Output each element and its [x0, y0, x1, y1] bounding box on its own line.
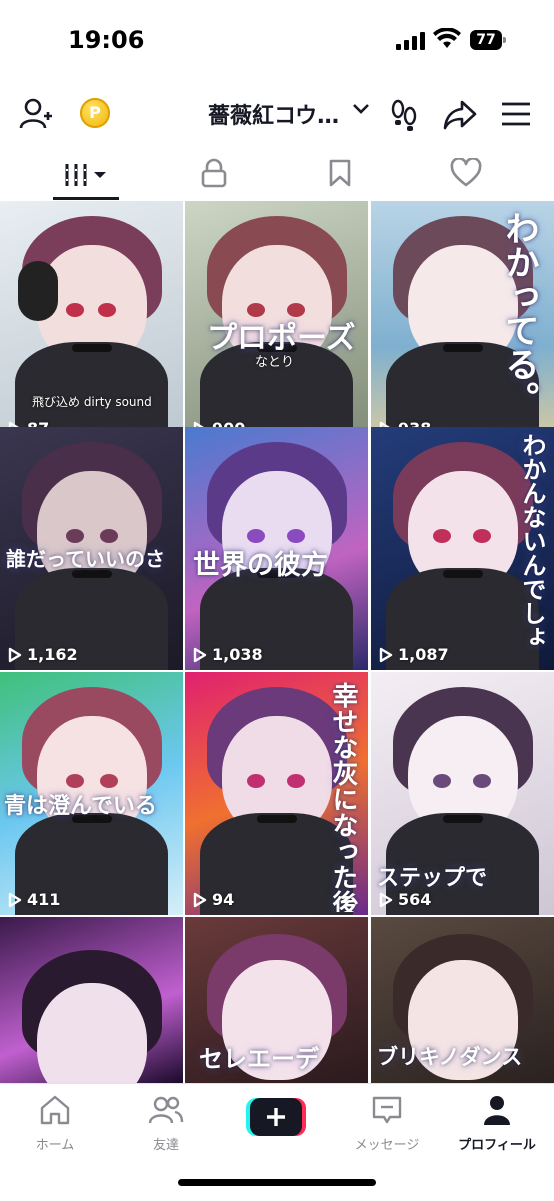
- create-button[interactable]: [246, 1098, 306, 1136]
- video-thumbnail[interactable]: ブリキノダンス: [371, 917, 554, 1083]
- coin-icon[interactable]: P: [80, 98, 110, 128]
- home-icon: [40, 1095, 70, 1125]
- microphone-icon: [18, 261, 58, 321]
- view-count: 1,087: [379, 645, 449, 664]
- play-icon: [193, 647, 207, 662]
- video-caption: 幸せな灰になった後: [328, 682, 358, 912]
- video-thumbnail[interactable]: 幸せな灰になった後 94: [185, 672, 368, 915]
- content-tabs: [0, 150, 554, 200]
- battery-icon: 77: [470, 30, 506, 50]
- video-thumbnail[interactable]: [0, 917, 183, 1083]
- video-caption: わかってる。: [499, 211, 539, 415]
- nav-friends[interactable]: 友達: [116, 1094, 216, 1153]
- nav-profile[interactable]: プロフィール: [447, 1094, 547, 1153]
- video-thumbnail[interactable]: わかんないんでしょ 1,087: [371, 427, 554, 670]
- video-thumbnail[interactable]: セレエーデ: [185, 917, 368, 1083]
- video-caption: ブリキノダンス: [377, 1045, 523, 1069]
- footprints-icon[interactable]: [388, 96, 422, 132]
- active-tab-indicator: [53, 197, 119, 200]
- video-sub-label: なとり: [255, 355, 295, 370]
- profile-header: P 薔薇紅コウ…: [0, 88, 554, 140]
- message-icon: [372, 1096, 402, 1124]
- video-caption: 誰だっていいのさ: [6, 547, 165, 571]
- video-caption: 青は澄んでいる: [4, 794, 157, 819]
- view-count: 564: [379, 890, 431, 909]
- play-icon: [193, 892, 207, 907]
- chevron-down-icon[interactable]: [352, 102, 370, 116]
- bookmark-icon: [329, 159, 351, 187]
- view-count-text: 1,038: [212, 645, 263, 664]
- nav-inbox-label: メッセージ: [354, 1138, 420, 1153]
- add-friend-icon[interactable]: [18, 96, 54, 132]
- view-count-text: 1,087: [398, 645, 449, 664]
- share-icon[interactable]: [442, 96, 478, 132]
- video-thumbnail[interactable]: 誰だっていいのさ 1,162: [0, 427, 183, 670]
- video-caption: 世界の彼方: [193, 550, 328, 581]
- nav-home[interactable]: ホーム: [5, 1094, 105, 1153]
- video-caption: ステップで: [377, 866, 488, 891]
- video-grid: 飛び込め dirty sound 87 プロポーズ なとり 900 わかってる。…: [0, 201, 554, 1083]
- video-thumbnail[interactable]: 世界の彼方 1,038: [185, 427, 368, 670]
- friends-icon: [148, 1096, 184, 1124]
- view-count-text: 564: [398, 890, 432, 909]
- nav-home-label: ホーム: [35, 1138, 75, 1153]
- view-count: 1,162: [8, 645, 78, 664]
- plus-icon: [267, 1108, 285, 1126]
- cellular-signal-icon: [396, 32, 426, 50]
- nav-profile-label: プロフィール: [458, 1138, 536, 1153]
- tab-private[interactable]: [154, 150, 274, 200]
- view-count-text: 1,162: [27, 645, 78, 664]
- profile-name-title[interactable]: 薔薇紅コウ…: [208, 98, 339, 130]
- heart-icon: [450, 158, 482, 187]
- video-caption: セレエーデ: [199, 1045, 319, 1073]
- video-thumbnail[interactable]: わかってる。 938: [371, 201, 554, 444]
- play-icon: [8, 892, 22, 907]
- menu-icon[interactable]: [500, 96, 532, 132]
- video-sub-label: 飛び込め dirty sound: [32, 395, 152, 409]
- home-indicator[interactable]: [178, 1179, 376, 1186]
- play-icon: [379, 892, 393, 907]
- video-thumbnail[interactable]: 飛び込め dirty sound 87: [0, 201, 183, 444]
- play-icon: [379, 647, 393, 662]
- view-count: 1,038: [193, 645, 263, 664]
- status-bar: 19:06 77: [0, 0, 554, 80]
- video-caption: わかんないんでしょ: [518, 433, 546, 649]
- lock-icon: [201, 158, 227, 188]
- profile-icon: [484, 1096, 510, 1125]
- nav-friends-label: 友達: [152, 1138, 179, 1153]
- wifi-icon: [433, 28, 461, 48]
- tab-liked[interactable]: [406, 150, 526, 200]
- nav-inbox[interactable]: メッセージ: [337, 1094, 437, 1153]
- view-count: 411: [8, 890, 60, 909]
- view-count-text: 411: [27, 890, 61, 909]
- tab-saved[interactable]: [280, 150, 400, 200]
- videos-grid-icon: [65, 164, 106, 186]
- video-thumbnail[interactable]: 青は澄んでいる 411: [0, 672, 183, 915]
- play-icon: [8, 647, 22, 662]
- video-thumbnail[interactable]: ステップで 564: [371, 672, 554, 915]
- status-time: 19:06: [68, 26, 145, 54]
- tab-videos[interactable]: [26, 150, 146, 200]
- view-count: 94: [193, 890, 234, 909]
- video-thumbnail[interactable]: プロポーズ なとり 900: [185, 201, 368, 444]
- view-count-text: 94: [212, 890, 235, 909]
